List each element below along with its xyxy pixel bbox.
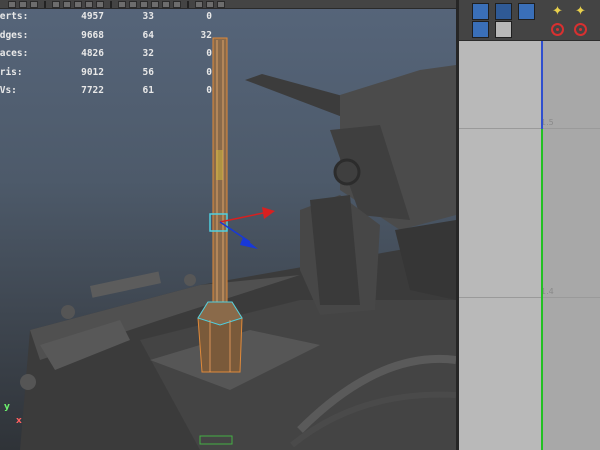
curve-graph-area[interactable]: 1.5 1.4 [459,41,600,450]
hud-label: Verts: [0,11,29,22]
graph-gridline-upper [459,128,600,129]
key-icon[interactable] [518,3,535,20]
toolbar-btn-11[interactable] [140,0,148,8]
manip-x-arrow[interactable] [262,207,275,219]
hud-value-scene: 4957 [81,11,104,22]
snap-icon[interactable] [63,0,71,8]
axis-x-label: x [16,416,22,426]
star-icon[interactable]: ✦ [572,3,589,20]
star-icon[interactable]: ✦ [549,3,566,20]
hud-value-object: 61 [142,85,154,96]
time-cursor-green[interactable] [541,129,543,450]
move-icon[interactable] [8,0,16,8]
toolbar-btn-9[interactable] [118,0,126,8]
ring-red-icon[interactable] [549,21,566,38]
status-toolbar [0,0,456,9]
render-icon[interactable] [74,0,82,8]
hatch-detail [89,271,161,298]
toolbar-btn-12[interactable] [151,0,159,8]
graph-editor-toolbar: ✦ ✦ [459,0,600,41]
toolbar-btn-15[interactable] [195,0,203,8]
3d-viewport[interactable]: Verts: 4957 33 0 Edges: 9668 64 32 Faces… [0,0,456,450]
tangent-icon[interactable] [495,21,512,38]
gun-pivot [333,158,361,186]
graph-icon[interactable] [472,21,489,38]
hud-value-object: 33 [142,11,154,22]
hud-label: Faces: [0,48,29,59]
hud-row-faces: Faces: 4826 32 0 [0,46,240,65]
hud-value-selected: 0 [206,66,212,78]
hud-row-edges: Edges: 9668 64 32 [0,28,240,47]
bolt-3 [184,274,196,286]
antenna-highlight [216,150,223,180]
rotate-icon[interactable] [19,0,27,8]
hud-value-selected: 0 [206,85,212,96]
manip-z-arrow[interactable] [240,237,258,249]
view-axis-indicator: y x [2,402,22,432]
hud-value-object: 64 [142,29,154,41]
hud-value-scene: 7722 [81,85,104,96]
toolbar-btn-16[interactable] [206,0,214,8]
hud-label: Edges: [0,29,29,41]
toolbar-separator [44,0,46,8]
select-icon[interactable] [52,0,60,8]
gun-barrel[interactable] [245,74,350,118]
toolbar-separator-2 [110,0,112,8]
toolbar-btn-8[interactable] [96,0,104,8]
hud-value-selected: 0 [206,48,212,59]
ring-red-icon[interactable] [572,21,589,38]
hud-value-scene: 4826 [81,48,104,59]
axis-y-label: y [4,402,10,412]
toolbar-btn-17[interactable] [217,0,225,8]
curve-tool-icon[interactable] [495,3,512,20]
toolbar-btn-13[interactable] [162,0,170,8]
hud-value-object: 32 [142,48,154,59]
hud-row-tris: Tris: 9012 56 0 [0,65,240,84]
hud-value-scene: 9012 [81,66,104,78]
graph-editor-panel: ✦ ✦ 1.5 1.4 [459,0,600,450]
time-cursor-blue[interactable] [541,41,543,129]
hud-label: Tris: [0,66,23,78]
bolt-1 [61,305,75,319]
maya-window: Verts: 4957 33 0 Edges: 9668 64 32 Faces… [0,0,600,450]
scale-icon[interactable] [30,0,38,8]
grid-select-icon[interactable] [472,3,489,20]
toolbar-btn-14[interactable] [173,0,181,8]
hud-value-scene: 9668 [81,29,104,41]
graph-gridline-lower [459,297,600,298]
toolbar-btn-7[interactable] [85,0,93,8]
poly-count-hud: Verts: 4957 33 0 Edges: 9668 64 32 Faces… [0,9,240,102]
hud-row-uvs: UVs: 7722 61 0 [0,83,240,102]
hud-value-object: 56 [142,66,154,78]
hud-value-selected: 32 [200,29,212,41]
hud-label: UVs: [0,85,17,96]
bolt-2 [20,374,36,390]
hud-value-selected: 0 [206,11,212,22]
toolbar-separator-3 [187,0,189,8]
graph-post-range [543,41,600,450]
hud-row-verts: Verts: 4957 33 0 [0,9,240,28]
toolbar-btn-10[interactable] [129,0,137,8]
